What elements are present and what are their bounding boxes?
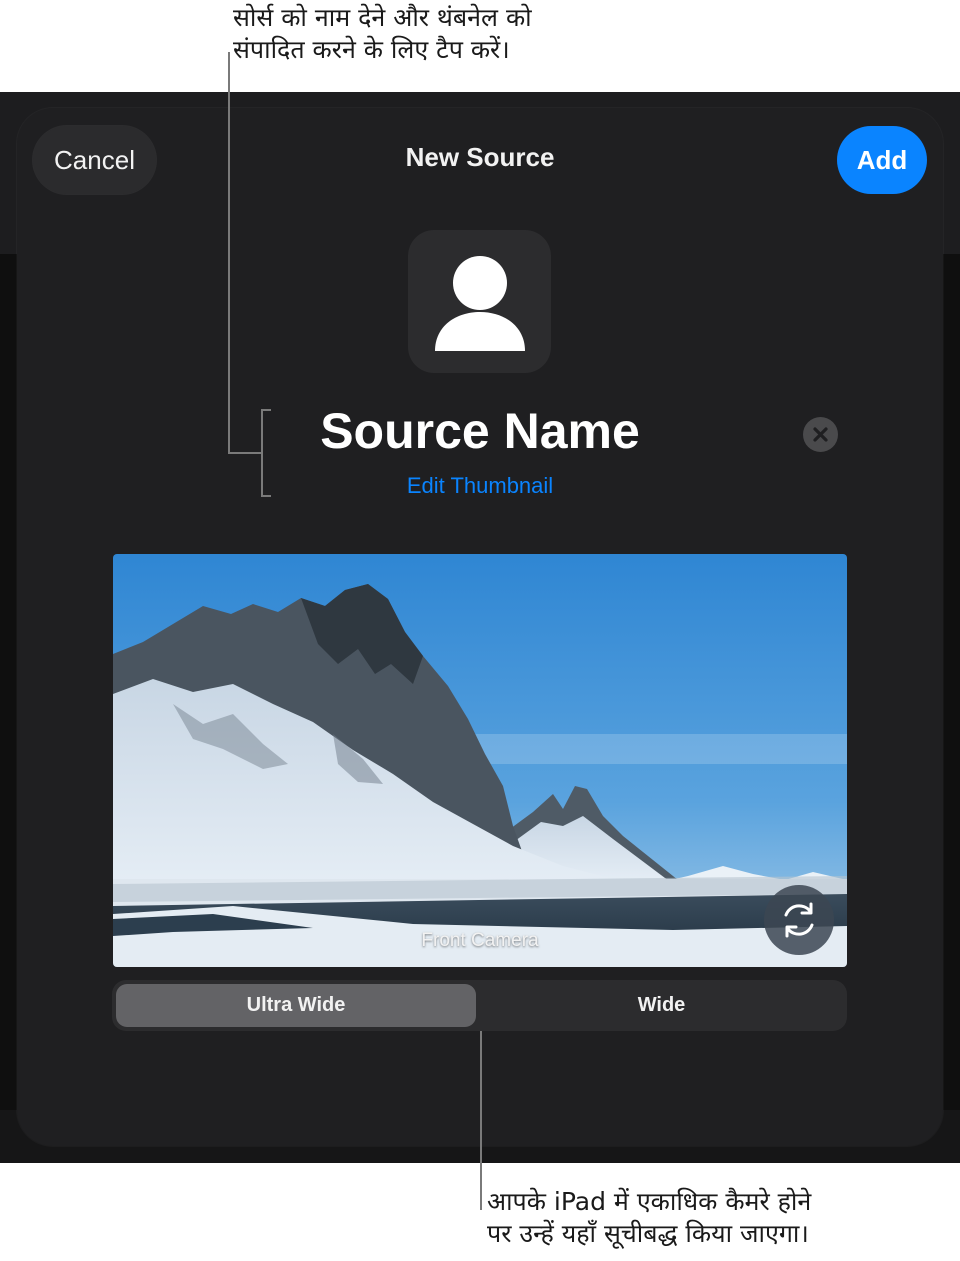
flip-camera-button[interactable] (764, 885, 834, 955)
bottom-annotation: आपके iPad में एकाधिक कैमरे होने पर उन्हे… (487, 1186, 811, 1250)
cancel-button[interactable]: Cancel (33, 126, 156, 194)
mountain-landscape-image (113, 554, 847, 967)
bottom-annotation-line-2: पर उन्हें यहाँ सूचीबद्ध किया जाएगा। (487, 1219, 809, 1248)
add-button[interactable]: Add (837, 126, 927, 194)
top-annotation: सोर्स को नाम देने और थंबनेल को संपादित क… (233, 2, 532, 66)
lens-segmented-control: Ultra Wide Wide (112, 980, 847, 1031)
sheet-title: New Source (405, 142, 555, 172)
xmark-circle-icon (813, 427, 828, 442)
clear-name-button[interactable] (803, 417, 838, 452)
top-callout-leader (228, 52, 230, 454)
top-annotation-line-1: सोर्स को नाम देने और थंबनेल को (233, 3, 532, 32)
bottom-callout-leader (480, 1031, 482, 1210)
segment-ultra-wide[interactable]: Ultra Wide (116, 984, 476, 1027)
camera-preview (113, 554, 847, 967)
edit-thumbnail-link[interactable]: Edit Thumbnail (330, 473, 630, 499)
person-icon (435, 256, 525, 351)
source-thumbnail[interactable] (408, 230, 551, 373)
top-annotation-line-2: संपादित करने के लिए टैप करें। (233, 35, 510, 64)
top-callout-connector (228, 452, 262, 454)
camera-rotate-icon (784, 902, 814, 938)
top-callout-bracket-top (261, 409, 271, 411)
top-callout-bracket-bottom (261, 495, 271, 497)
top-callout-bracket (261, 409, 263, 497)
camera-name-label: Front Camera (421, 930, 539, 951)
bottom-annotation-line-1: आपके iPad में एकाधिक कैमरे होने (487, 1187, 812, 1216)
source-name-field[interactable]: Source Name (230, 402, 730, 460)
segment-wide[interactable]: Wide (480, 984, 843, 1027)
